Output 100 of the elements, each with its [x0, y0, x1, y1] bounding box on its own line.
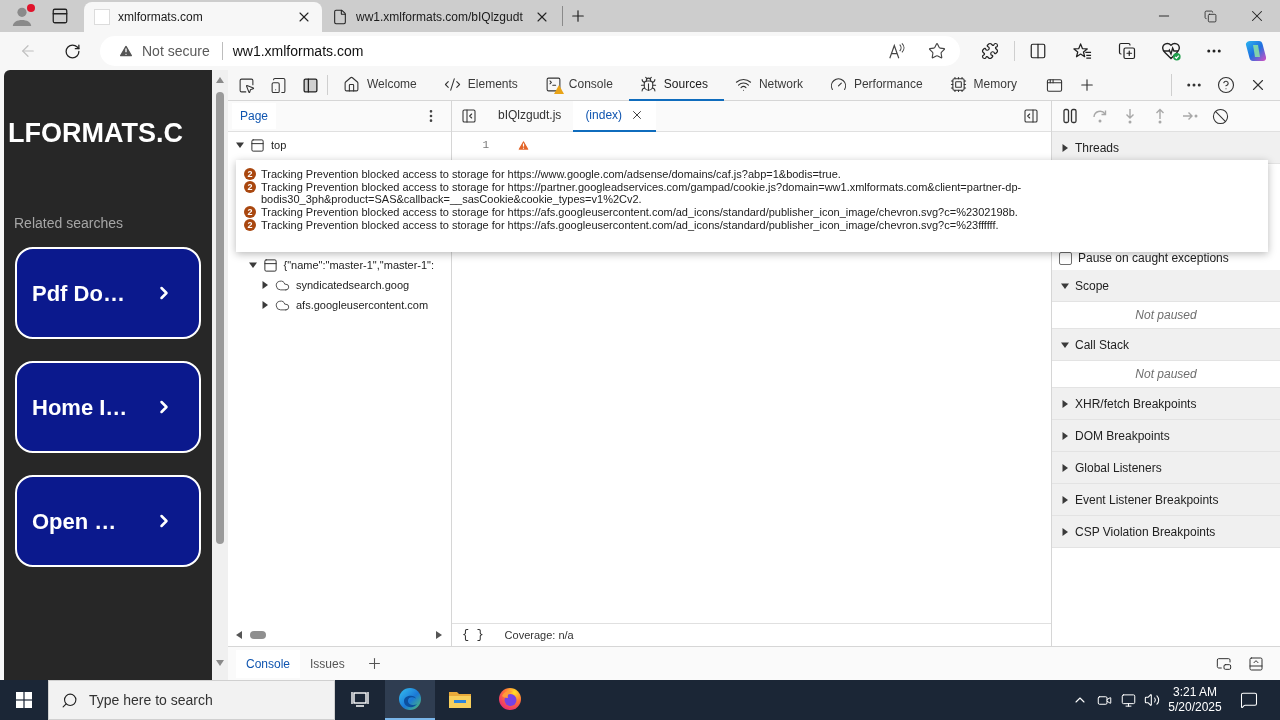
devtools-tab[interactable]: Elements	[432, 69, 534, 101]
devtools-tab[interactable]: Memory	[938, 69, 1033, 101]
window-icon[interactable]	[1046, 76, 1064, 94]
favorites-icon[interactable]	[1072, 41, 1092, 61]
notification-icon[interactable]	[1240, 691, 1258, 709]
cloud-icon	[275, 297, 290, 313]
firefox-icon[interactable]	[498, 687, 522, 711]
puzzle-icon[interactable]	[981, 42, 999, 60]
caret-right-icon[interactable]	[1061, 495, 1069, 504]
caret-down-icon[interactable]	[1061, 340, 1069, 349]
format-button[interactable]: { }	[462, 626, 484, 644]
scroll-right-arrow-icon[interactable]	[436, 631, 442, 639]
checkbox-label[interactable]: Pause on caught exceptions	[1078, 249, 1229, 267]
status-text: Not paused	[1135, 366, 1197, 383]
caret-right-icon[interactable]	[261, 281, 269, 289]
repeat-count: 2	[244, 168, 256, 180]
line-number: 1	[481, 137, 489, 153]
scrollbar-thumb[interactable]	[250, 631, 266, 639]
clock-date: 5/20/2025	[1168, 700, 1222, 715]
pane-header[interactable]: Scope	[1052, 270, 1280, 302]
devtools-tab[interactable]: Welcome	[332, 69, 433, 101]
caret-right-icon[interactable]	[1061, 143, 1069, 152]
message-text: Tracking Prevention blocked access to storage for https://www.google.com/adsense/domains/caf.js?abp=1&bodis=true.	[261, 168, 842, 180]
related-search-button[interactable]: Open …	[15, 475, 201, 567]
new-tab-icon[interactable]	[569, 7, 587, 25]
caret-down-icon[interactable]	[236, 141, 244, 149]
task-view-icon[interactable]	[350, 689, 370, 709]
volume-icon[interactable]	[1144, 692, 1160, 708]
tree-item[interactable]: syndicatedsearch.goog	[228, 275, 451, 295]
scroll-down-arrow-icon[interactable]	[216, 660, 224, 666]
network-icon[interactable]	[1120, 692, 1136, 708]
frame-icon	[250, 137, 265, 153]
read-aloud-icon[interactable]	[888, 42, 906, 60]
pause-icon[interactable]	[1062, 108, 1078, 124]
pane-header[interactable]: DOM Breakpoints	[1052, 420, 1280, 452]
caret-down-icon[interactable]	[1061, 281, 1069, 290]
drawer-tab[interactable]: Issues	[300, 649, 355, 678]
panel-toggle-icon[interactable]	[461, 108, 477, 124]
inspect-icon[interactable]	[237, 76, 255, 94]
collections-icon[interactable]	[1118, 42, 1136, 60]
search-icon	[61, 692, 78, 709]
caret-right-icon[interactable]	[1061, 527, 1069, 536]
caret-down-icon[interactable]	[248, 261, 257, 269]
pane-header[interactable]: Event Listener Breakpoints	[1052, 484, 1280, 516]
panel-tab[interactable]: Page	[232, 103, 277, 129]
device-toggle-icon[interactable]	[269, 76, 287, 94]
folder-icon[interactable]	[448, 689, 472, 709]
related-search-button[interactable]: Home I…	[15, 361, 201, 453]
bug-icon	[639, 75, 657, 93]
devtools-tab[interactable]: Performance	[818, 69, 939, 101]
caret-right-icon[interactable]	[1061, 463, 1069, 472]
tree-item[interactable]: {"name":"master-1","master-1":	[228, 255, 451, 275]
warning-icon	[118, 43, 134, 59]
heart-pulse-icon[interactable]	[1161, 41, 1181, 61]
scroll-left-arrow-icon[interactable]	[236, 631, 242, 639]
message-text: Tracking Prevention blocked access to storage for https://afs.googleusercontent.com/ad_icons/standard/publisher_icon_image/chevron.svg?c=%2302198b.	[261, 206, 1019, 218]
repeat-count: 2	[244, 219, 256, 231]
page-icon	[332, 9, 348, 25]
message-text: Tracking Prevention blocked access to storage for https://partner.googleadservices.com/gampad/cookie.js?domain=ww1.xmlformats.com&client=partner-dp-bodis30_3ph&product=SAS&callback=__sasCookie&cookie_types=v1%2Cv2.	[261, 181, 1023, 205]
devtools-tab[interactable]: Console	[533, 69, 629, 101]
url-text: ww1.xmlformats.com	[232, 41, 364, 61]
drawer-tab[interactable]: Console	[236, 649, 301, 678]
assistant-logo-icon[interactable]	[1244, 39, 1268, 63]
security-label: Not secure	[142, 41, 210, 61]
refresh-icon[interactable]	[63, 42, 81, 60]
restore-icon[interactable]	[1203, 9, 1217, 23]
file-tab[interactable]: (index)	[573, 100, 657, 132]
pane-header[interactable]: Global Listeners	[1052, 452, 1280, 484]
browser-tab[interactable]: xmlformats.com	[84, 2, 322, 32]
help-icon[interactable]	[1217, 76, 1235, 94]
star-icon[interactable]	[928, 42, 946, 60]
windows-logo-icon[interactable]	[16, 692, 32, 708]
tree-item[interactable]: afs.googleusercontent.com	[228, 295, 451, 315]
caret-right-icon[interactable]	[1061, 431, 1069, 440]
dock-side-icon[interactable]	[301, 76, 319, 94]
profile-avatar-icon[interactable]	[11, 5, 33, 27]
devtools-tab[interactable]: Network	[723, 69, 819, 101]
caret-right-icon[interactable]	[261, 301, 269, 309]
taskbar-app[interactable]	[385, 680, 435, 720]
tab-actions-icon[interactable]	[51, 7, 69, 25]
pane-header[interactable]: CSP Violation Breakpoints	[1052, 516, 1280, 548]
pane-header[interactable]: Call Stack	[1052, 329, 1280, 361]
circle-slash-icon[interactable]	[1211, 107, 1229, 125]
address-bar[interactable]: Not secure ww1.xmlformats.com	[100, 36, 960, 66]
scrollbar-thumb[interactable]	[216, 92, 224, 544]
blank-page-icon	[94, 9, 110, 25]
browser-tab[interactable]: ww1.xmlformats.com/bIQlzgudt	[322, 2, 560, 32]
related-search-button[interactable]: Pdf Do…	[15, 247, 201, 339]
panel-bottom-icon[interactable]	[1248, 655, 1264, 672]
window-inset-icon[interactable]	[1216, 655, 1232, 672]
scroll-up-arrow-icon[interactable]	[216, 77, 224, 83]
repeat-count: 2	[244, 181, 256, 193]
caret-right-icon[interactable]	[1061, 399, 1069, 408]
tree-item[interactable]: top	[228, 135, 451, 155]
search-field[interactable]: Type here to search	[48, 680, 335, 720]
edge-icon[interactable]	[398, 687, 422, 711]
file-tab[interactable]: bIQlzgudt.js	[486, 100, 574, 132]
pane-header[interactable]: XHR/fetch Breakpoints	[1052, 388, 1280, 420]
panel-toggle-icon[interactable]	[1023, 108, 1039, 124]
split-screen-icon[interactable]	[1029, 42, 1047, 60]
